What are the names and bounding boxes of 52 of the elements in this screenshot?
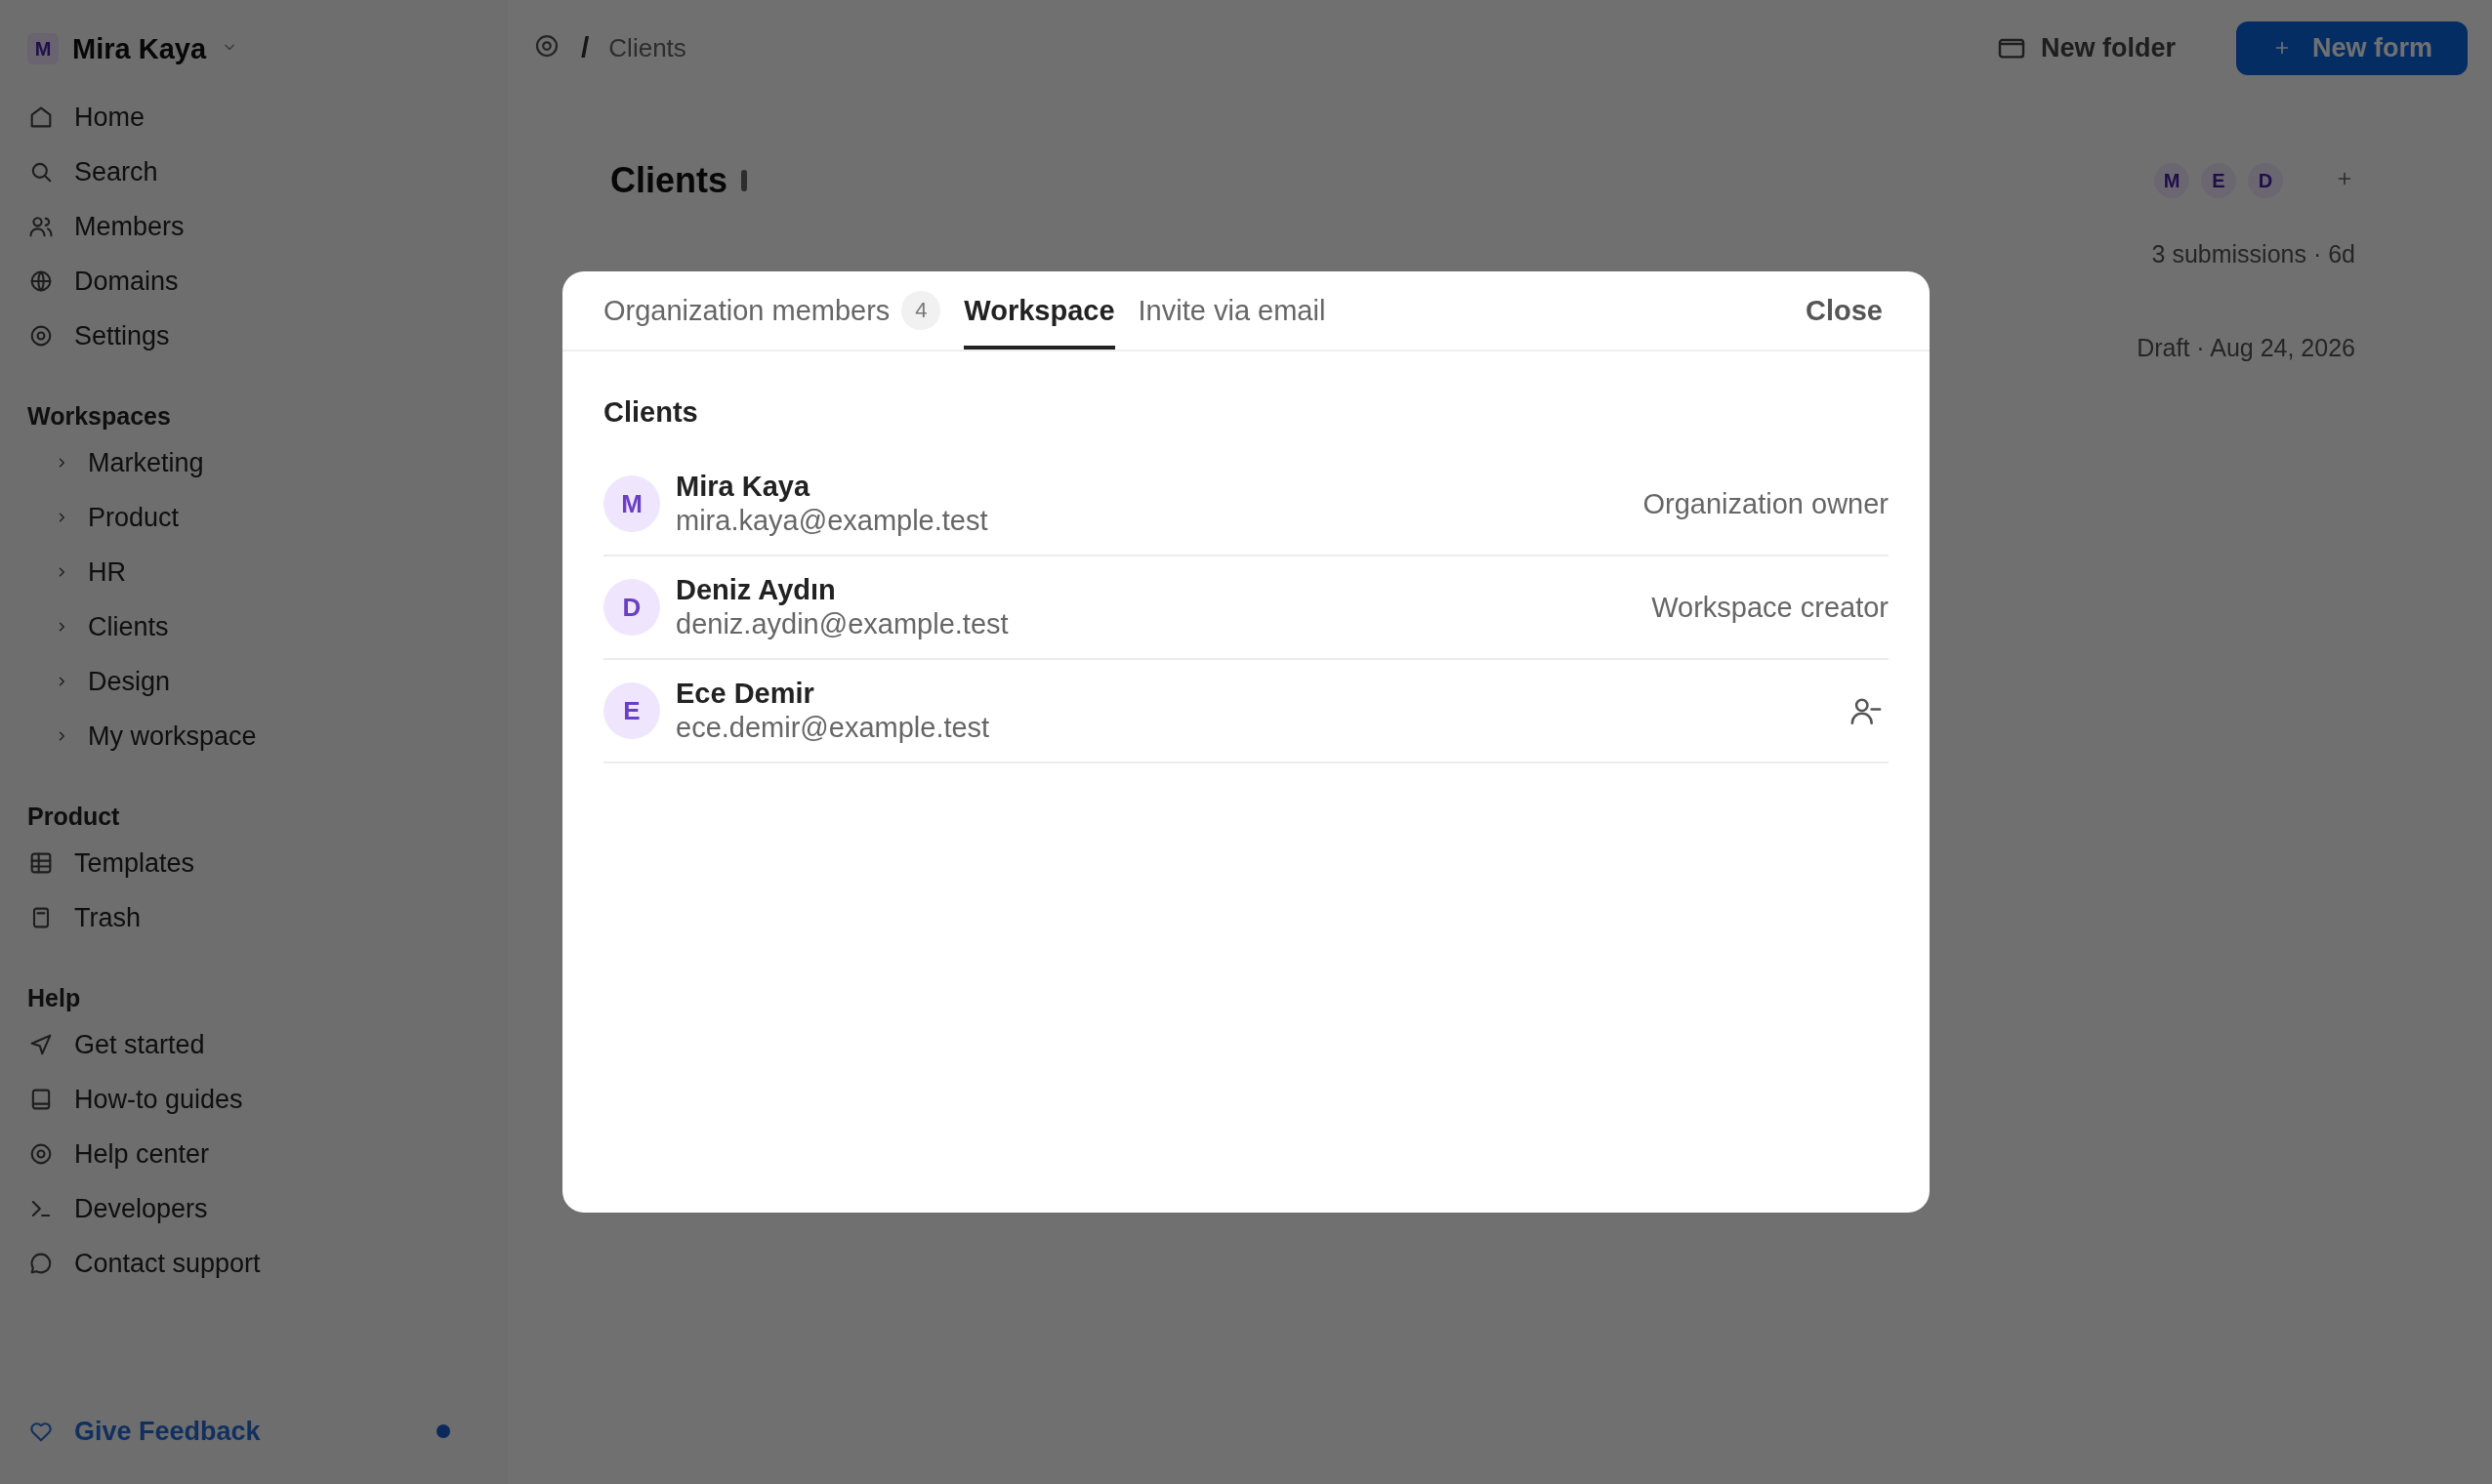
workspace-item[interactable]: Design <box>27 654 480 709</box>
member-email: deniz.aydin@example.test <box>676 608 1009 640</box>
form-meta: 3 submissions · 6d <box>2151 240 2355 269</box>
member-avatar: M <box>603 475 660 532</box>
close-button[interactable]: Close <box>1800 271 1889 350</box>
member-avatar: M <box>2154 163 2189 198</box>
workspace-item[interactable]: My workspace <box>27 709 480 763</box>
member-avatar: D <box>603 579 660 636</box>
form-meta: Draft · Aug 24, 2026 <box>2137 334 2355 363</box>
breadcrumb-separator: / <box>581 31 590 64</box>
member-name: Ece Demir <box>676 678 815 710</box>
page-title: Clients <box>610 160 728 201</box>
workspace-item[interactable]: Marketing <box>27 435 480 490</box>
nav-item[interactable]: Trash <box>27 890 480 945</box>
breadcrumb-item[interactable]: Clients <box>608 32 686 63</box>
member-role: Organization owner <box>1642 487 1889 520</box>
workspace-item[interactable]: Product <box>27 490 480 545</box>
member-avatar: E <box>603 682 660 739</box>
dialog-tab[interactable]: Invite via email <box>1138 271 1326 350</box>
nav-item[interactable]: Developers <box>27 1181 480 1236</box>
member-avatar: E <box>2201 163 2236 198</box>
nav-item[interactable]: Settings <box>27 309 480 363</box>
nav-item[interactable]: Search <box>27 144 480 199</box>
section-title: Help <box>27 982 82 1013</box>
count-badge: 4 <box>901 291 941 330</box>
feedback-link[interactable]: Give Feedback <box>74 1416 261 1447</box>
workspace-item[interactable]: Clients <box>27 599 480 654</box>
member-role: Workspace creator <box>1651 591 1889 624</box>
nav-item[interactable]: Members <box>27 199 480 254</box>
new-folder-button[interactable]: New folder <box>1989 31 2181 64</box>
new-form-button[interactable]: New form <box>2235 21 2468 75</box>
member-email: ece.demir@example.test <box>676 712 990 744</box>
member-email: mira.kaya@example.test <box>676 505 988 537</box>
nav-item[interactable]: How-to guides <box>27 1072 480 1127</box>
nav-item[interactable]: Get started <box>27 1017 480 1072</box>
member-name: Mira Kaya <box>676 471 811 503</box>
workspace-avatar: M <box>27 33 59 64</box>
nav-item[interactable]: Templates <box>27 836 480 890</box>
nav-item[interactable]: Contact support <box>27 1236 480 1291</box>
nav-item[interactable]: Domains <box>27 254 480 309</box>
workspace-name: Clients <box>603 394 699 430</box>
nav-item[interactable]: Help center <box>27 1127 480 1181</box>
dialog-tab[interactable]: Organization members 4 <box>603 271 941 350</box>
dialog-tab[interactable]: Workspace <box>964 271 1115 350</box>
member-avatar: D <box>2248 163 2283 198</box>
nav-item[interactable]: Home <box>27 90 480 144</box>
member-name: Deniz Aydın <box>676 574 837 606</box>
section-title: Product <box>27 801 121 832</box>
account-name[interactable]: Mira Kaya <box>72 32 206 65</box>
workspace-item[interactable]: HR <box>27 545 480 599</box>
section-title: Workspaces <box>27 400 172 432</box>
more-icon[interactable] <box>741 170 748 191</box>
